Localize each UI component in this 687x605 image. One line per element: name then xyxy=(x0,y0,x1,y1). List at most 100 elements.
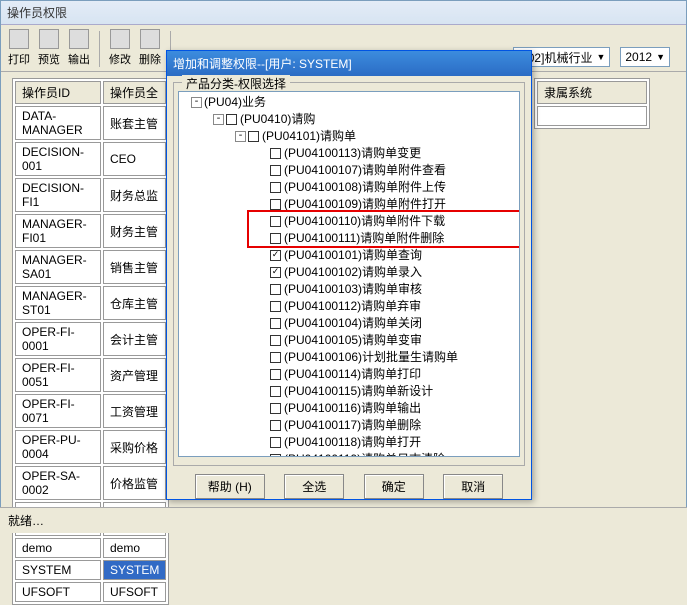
tree-label: (PU04100116)请购单输出 xyxy=(284,400,421,417)
tree-label: (PU04100108)请购单附件上传 xyxy=(284,179,446,196)
permission-dialog: 增加和调整权限--[用户: SYSTEM] 产品分类-权限选择 -(PU04)业… xyxy=(166,50,532,500)
tree-label: (PU04100104)请购单关闭 xyxy=(284,315,422,332)
table-row[interactable]: OPER-SA-0002价格监管 xyxy=(15,466,166,500)
checkbox[interactable] xyxy=(270,233,281,244)
tree-node[interactable]: ✓(PU04100102)请购单录入 xyxy=(181,264,517,281)
tree-node[interactable]: (PU04100113)请购单变更 xyxy=(181,145,517,162)
checkbox[interactable] xyxy=(270,216,281,227)
table-row[interactable]: MANAGER-SA01销售主管 xyxy=(15,250,166,284)
checkbox[interactable] xyxy=(270,318,281,329)
preview-button[interactable]: 预览 xyxy=(35,29,63,67)
tree-node[interactable]: (PU04100118)请购单打开 xyxy=(181,434,517,451)
help-button[interactable]: 帮助 (H) xyxy=(195,474,265,499)
table-row[interactable]: MANAGER-FI01财务主管 xyxy=(15,214,166,248)
tree-container[interactable]: -(PU04)业务-(PU0410)请购-(PU04101)请购单(PU0410… xyxy=(178,91,520,457)
tree-node[interactable]: (PU04100108)请购单附件上传 xyxy=(181,179,517,196)
tree-node[interactable]: (PU04100103)请购单审核 xyxy=(181,281,517,298)
tree-node[interactable]: (PU04100104)请购单关闭 xyxy=(181,315,517,332)
checkbox[interactable] xyxy=(270,182,281,193)
expand-icon[interactable]: - xyxy=(191,97,202,108)
year-combo[interactable]: 2012▼ xyxy=(620,47,670,67)
tree-node[interactable]: (PU04100105)请购单变审 xyxy=(181,332,517,349)
table-row[interactable]: DECISION-FI1财务总监 xyxy=(15,178,166,212)
table-row[interactable]: UFSOFTUFSOFT xyxy=(15,582,166,602)
tree-node[interactable]: (PU04100107)请购单附件查看 xyxy=(181,162,517,179)
checkbox[interactable] xyxy=(226,114,237,125)
tree-label: (PU04100101)请购单查询 xyxy=(284,247,422,264)
cancel-button[interactable]: 取消 xyxy=(443,474,503,499)
table-row[interactable]: OPER-FI-0071工资管理 xyxy=(15,394,166,428)
table-row[interactable]: OPER-FI-0001会计主管 xyxy=(15,322,166,356)
tree-node[interactable]: - (PU04101)请购单 xyxy=(181,128,517,145)
tree-label: (PU04100109)请购单附件打开 xyxy=(284,196,446,213)
tree-node[interactable]: (PU04100114)请购单打印 xyxy=(181,366,517,383)
permission-tree[interactable]: -(PU04)业务-(PU0410)请购-(PU04101)请购单(PU0410… xyxy=(179,92,519,457)
delete-button[interactable]: 删除 xyxy=(136,29,164,67)
tree-label: (PU04100106)计划批量生请购单 xyxy=(284,349,458,366)
tree-node[interactable]: (PU04100116)请购单输出 xyxy=(181,400,517,417)
checkbox[interactable] xyxy=(270,454,281,457)
checkbox[interactable] xyxy=(270,386,281,397)
tree-node[interactable]: -(PU04)业务 xyxy=(181,94,517,111)
checkbox[interactable]: ✓ xyxy=(270,267,281,278)
tree-label: (PU04100113)请购单变更 xyxy=(284,145,421,162)
tree-label: (PU04100119)请购单日志清除 xyxy=(284,451,445,457)
chevron-down-icon: ▼ xyxy=(596,52,605,62)
checkbox[interactable] xyxy=(270,403,281,414)
tree-label: (PU04100107)请购单附件查看 xyxy=(284,162,446,179)
tree-label: (PU04100112)请购单弃审 xyxy=(284,298,421,315)
tree-label: (PU04100117)请购单删除 xyxy=(284,417,421,434)
tree-label: (PU04100115)请购单新设计 xyxy=(284,383,433,400)
table-row[interactable]: demodemo xyxy=(15,538,166,558)
tree-label: (PU04100102)请购单录入 xyxy=(284,264,422,281)
checkbox[interactable] xyxy=(270,199,281,210)
table-row[interactable]: OPER-PU-0004采购价格 xyxy=(15,430,166,464)
print-icon xyxy=(9,29,29,49)
checkbox[interactable] xyxy=(270,335,281,346)
checkbox[interactable] xyxy=(270,437,281,448)
expand-icon[interactable]: - xyxy=(213,114,224,125)
table-row[interactable]: DECISION-001CEO xyxy=(15,142,166,176)
tree-node[interactable]: (PU04100109)请购单附件打开 xyxy=(181,196,517,213)
checkbox[interactable]: ✓ xyxy=(270,250,281,261)
tree-label: (PU04101)请购单 xyxy=(262,128,356,145)
modify-icon xyxy=(110,29,130,49)
tree-label: (PU04100103)请购单审核 xyxy=(284,281,422,298)
col-sys[interactable]: 隶属系统 xyxy=(537,81,647,104)
tree-node[interactable]: (PU04100115)请购单新设计 xyxy=(181,383,517,400)
table-row[interactable]: DATA-MANAGER账套主管 xyxy=(15,106,166,140)
col-id[interactable]: 操作员ID xyxy=(15,81,101,104)
system-grid[interactable]: 隶属系统 xyxy=(534,78,650,129)
checkbox[interactable] xyxy=(270,301,281,312)
col-name[interactable]: 操作员全 xyxy=(103,81,166,104)
tree-node[interactable]: (PU04100119)请购单日志清除 xyxy=(181,451,517,457)
tree-node[interactable]: -(PU0410)请购 xyxy=(181,111,517,128)
ok-button[interactable]: 确定 xyxy=(364,474,424,499)
groupbox-legend: 产品分类-权限选择 xyxy=(182,75,290,92)
checkbox[interactable] xyxy=(248,131,259,142)
tree-label: (PU04100110)请购单附件下载 xyxy=(284,213,445,230)
tree-node[interactable]: (PU04100112)请购单弃审 xyxy=(181,298,517,315)
select-all-button[interactable]: 全选 xyxy=(284,474,344,499)
checkbox[interactable] xyxy=(270,284,281,295)
modify-button[interactable]: 修改 xyxy=(106,29,134,67)
window-title: 操作员权限 xyxy=(1,1,686,25)
checkbox[interactable] xyxy=(270,165,281,176)
expand-icon[interactable]: - xyxy=(235,131,246,142)
tree-node[interactable]: (PU04100110)请购单附件下载 xyxy=(181,213,517,230)
tree-node[interactable]: ✓(PU04100101)请购单查询 xyxy=(181,247,517,264)
checkbox[interactable] xyxy=(270,148,281,159)
tree-node[interactable]: (PU04100111)请购单附件删除 xyxy=(181,230,517,247)
table-row[interactable]: OPER-FI-0051资产管理 xyxy=(15,358,166,392)
print-button[interactable]: 打印 xyxy=(5,29,33,67)
table-row[interactable] xyxy=(537,106,647,126)
table-row[interactable]: SYSTEMSYSTEM xyxy=(15,560,166,580)
table-row[interactable]: MANAGER-ST01仓库主管 xyxy=(15,286,166,320)
tree-node[interactable]: (PU04100106)计划批量生请购单 xyxy=(181,349,517,366)
checkbox[interactable] xyxy=(270,420,281,431)
tree-label: (PU04100114)请购单打印 xyxy=(284,366,421,383)
checkbox[interactable] xyxy=(270,352,281,363)
checkbox[interactable] xyxy=(270,369,281,380)
output-button[interactable]: 输出 xyxy=(65,29,93,67)
tree-node[interactable]: (PU04100117)请购单删除 xyxy=(181,417,517,434)
